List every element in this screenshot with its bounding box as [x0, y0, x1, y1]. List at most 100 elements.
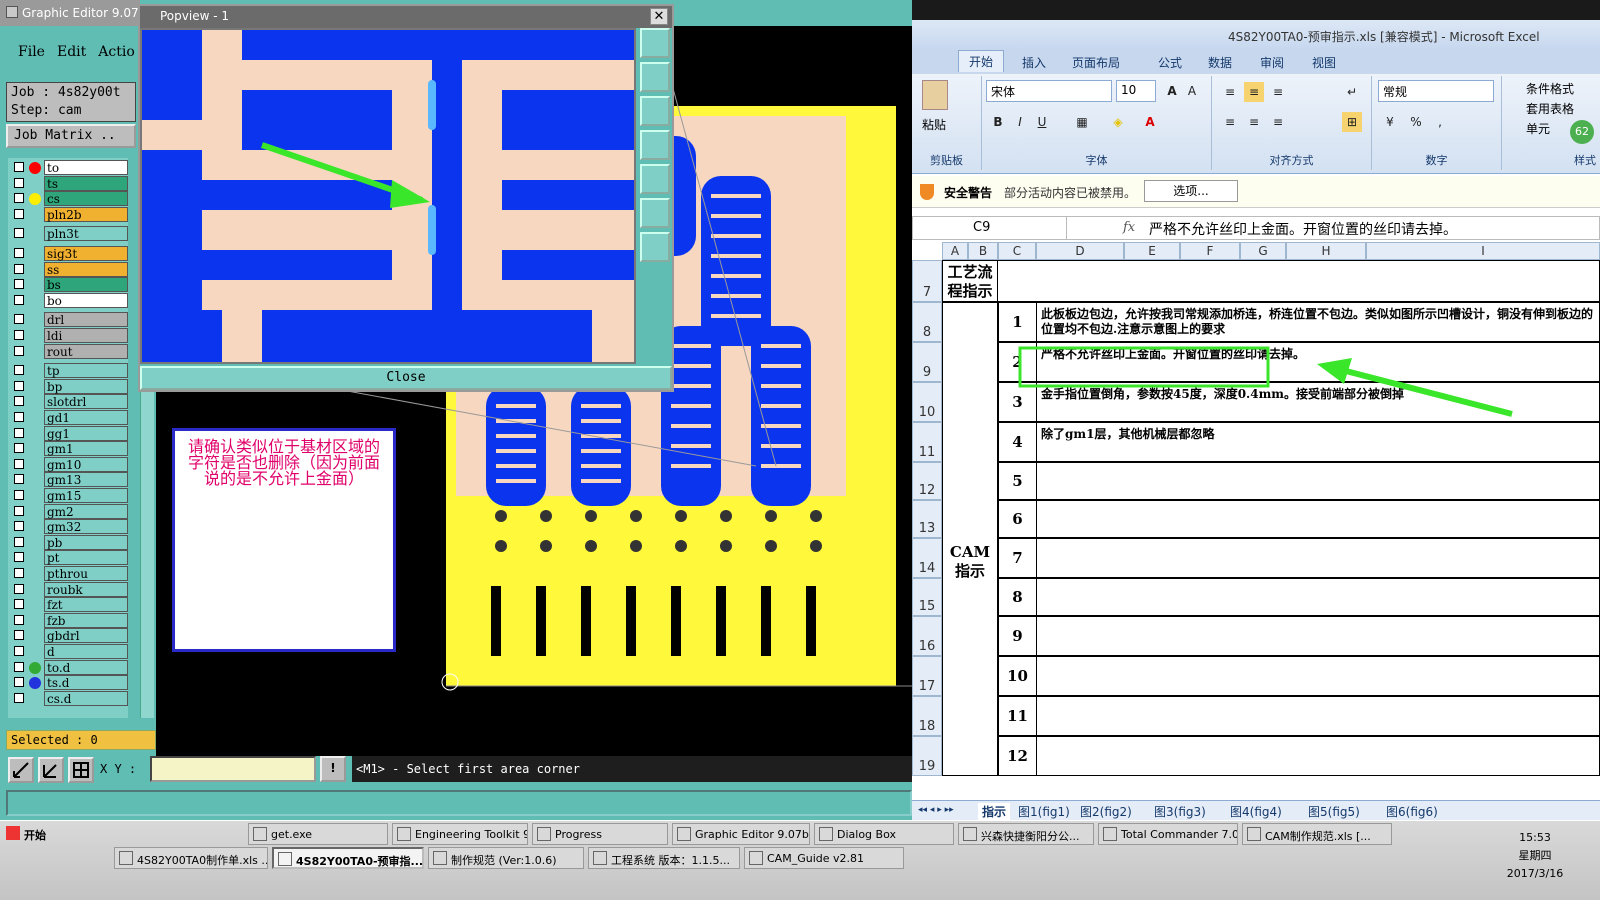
instruction-row[interactable]: 8 — [998, 578, 1600, 616]
layer-name[interactable]: gg1 — [44, 425, 128, 441]
start-button[interactable]: 开始 — [2, 823, 62, 845]
taskbar-item[interactable]: CAM_Guide v2.81 — [744, 847, 904, 869]
taskbar-item[interactable]: 4S82Y00TA0-预审指... — [272, 847, 424, 869]
layer-checkbox[interactable] — [14, 228, 24, 239]
layer-row-pln2b[interactable]: pln2b — [8, 206, 128, 222]
currency-icon[interactable]: ¥ — [1380, 112, 1400, 132]
layer-name[interactable]: slotdrl — [44, 394, 128, 410]
layer-row-bp[interactable]: bp — [8, 378, 128, 394]
tab-page-layout[interactable]: 页面布局 — [1072, 54, 1120, 71]
percent-icon[interactable]: % — [1406, 112, 1426, 132]
layer-name[interactable]: tp — [44, 363, 128, 379]
row-header[interactable]: 12 — [912, 462, 942, 500]
layer-row-gbdrl[interactable]: gbdrl — [8, 628, 128, 644]
tab-view[interactable]: 视图 — [1312, 54, 1336, 71]
job-matrix-button[interactable]: Job Matrix .. — [6, 124, 136, 148]
layer-name[interactable]: gm1 — [44, 441, 128, 457]
row-header[interactable]: 15 — [912, 578, 942, 616]
taskbar-item[interactable]: 兴森快捷衡阳分公... — [958, 823, 1094, 845]
layer-checkbox[interactable] — [14, 552, 24, 563]
layer-checkbox[interactable] — [14, 490, 24, 500]
layer-name[interactable]: pln3t — [44, 226, 128, 242]
row-header[interactable]: 13 — [912, 500, 942, 538]
layer-name[interactable]: gm2 — [44, 503, 128, 519]
border-icon[interactable]: ▦ — [1072, 112, 1092, 132]
instruction-row[interactable]: 12 — [998, 736, 1600, 776]
layer-name[interactable]: ts — [44, 175, 128, 191]
merge-center-icon[interactable]: ⊞ — [1342, 112, 1362, 132]
layer-name[interactable]: pthrou — [44, 566, 128, 581]
column-header-H[interactable]: H — [1286, 242, 1366, 260]
layer-name[interactable]: fzt — [44, 597, 128, 613]
layer-checkbox[interactable] — [14, 443, 24, 454]
layer-row-cs[interactable]: cs — [8, 191, 128, 207]
layer-row-tp[interactable]: tp — [8, 363, 128, 379]
taskbar-item[interactable]: 4S82Y00TA0制作单.xls ... — [114, 847, 268, 869]
layer-name[interactable]: pln2b — [44, 206, 128, 222]
tab-review[interactable]: 审阅 — [1260, 54, 1284, 71]
underline-icon[interactable]: U — [1032, 112, 1052, 132]
layer-checkbox[interactable] — [14, 568, 24, 578]
column-header-E[interactable]: E — [1124, 242, 1180, 260]
layer-name[interactable]: to.d — [44, 659, 128, 675]
row-header[interactable]: 18 — [912, 696, 942, 736]
fill-color-icon[interactable]: ◈ — [1108, 112, 1128, 132]
popview-fit-button[interactable] — [640, 198, 670, 228]
layer-name[interactable]: ss — [44, 261, 128, 277]
taskbar-item[interactable]: Total Commander 7.0... — [1098, 823, 1238, 845]
layer-checkbox[interactable] — [14, 294, 24, 305]
menu-file[interactable]: File — [18, 44, 45, 68]
layer-row-roubk[interactable]: roubk — [8, 581, 128, 597]
bold-icon[interactable]: B — [988, 112, 1008, 132]
layer-checkbox[interactable] — [14, 248, 24, 258]
instruction-row[interactable]: 10 — [998, 656, 1600, 696]
clock[interactable]: 15:53 星期四 2017/3/16 — [1480, 829, 1590, 883]
taskbar-item[interactable]: Dialog Box — [814, 823, 954, 845]
taskbar-item[interactable]: Progress — [532, 823, 668, 845]
popview-left-button[interactable] — [640, 130, 670, 160]
popview-right-button[interactable] — [640, 164, 670, 194]
comma-icon[interactable]: , — [1430, 112, 1450, 132]
layer-row-ldi[interactable]: ldi — [8, 328, 128, 343]
italic-icon[interactable]: I — [1010, 112, 1030, 132]
layer-row-gd1[interactable]: gd1 — [8, 410, 128, 425]
layer-row-gm13[interactable]: gm13 — [8, 472, 128, 488]
layer-row-gm1[interactable]: gm1 — [8, 441, 128, 457]
grid-button[interactable] — [68, 757, 94, 783]
layer-name[interactable]: to — [44, 160, 128, 175]
layer-checkbox[interactable] — [14, 314, 24, 325]
layer-row-d[interactable]: d — [8, 644, 128, 659]
layer-checkbox[interactable] — [14, 521, 24, 532]
layer-name[interactable]: gm10 — [44, 456, 128, 472]
layer-row-pthrou[interactable]: pthrou — [8, 566, 128, 581]
layer-checkbox[interactable] — [14, 396, 24, 407]
sheet-nav-arrows-icon[interactable]: ◂◂ ◂ ▸ ▸▸ — [918, 805, 954, 815]
layer-name[interactable]: cs — [44, 191, 128, 207]
column-header-D[interactable]: D — [1036, 242, 1124, 260]
column-header-I[interactable]: I — [1366, 242, 1600, 260]
layer-checkbox[interactable] — [14, 692, 24, 703]
layer-checkbox[interactable] — [14, 162, 24, 172]
layer-row-ts-d[interactable]: ts.d — [8, 675, 128, 691]
align-bottom-icon[interactable]: ≡ — [1268, 82, 1288, 102]
blank-row-cell[interactable] — [998, 260, 1600, 302]
align-middle-icon[interactable]: ≡ — [1244, 82, 1264, 102]
tab-formulas[interactable]: 公式 — [1158, 54, 1182, 71]
header-cell-process[interactable]: 工艺流程指示 — [942, 260, 998, 302]
popview-pan-button[interactable] — [640, 232, 670, 262]
layer-name[interactable]: ts.d — [44, 675, 128, 691]
menu-edit[interactable]: Edit — [57, 44, 86, 68]
sheet-tab[interactable]: 图4(fig4) — [1230, 803, 1282, 820]
menu-actions[interactable]: Actio — [98, 44, 134, 68]
row-header[interactable]: 14 — [912, 538, 942, 578]
layer-row-pln3t[interactable]: pln3t — [8, 226, 128, 242]
layer-checkbox[interactable] — [14, 263, 24, 274]
layer-row-bs[interactable]: bs — [8, 277, 128, 293]
layer-name[interactable]: gbdrl — [44, 628, 128, 644]
popview-up-button[interactable] — [640, 62, 670, 92]
layer-checkbox[interactable] — [14, 412, 24, 422]
layer-checkbox[interactable] — [14, 177, 24, 188]
layer-row-to-d[interactable]: to.d — [8, 659, 128, 675]
column-header-G[interactable]: G — [1240, 242, 1286, 260]
column-header-C[interactable]: C — [998, 242, 1036, 260]
